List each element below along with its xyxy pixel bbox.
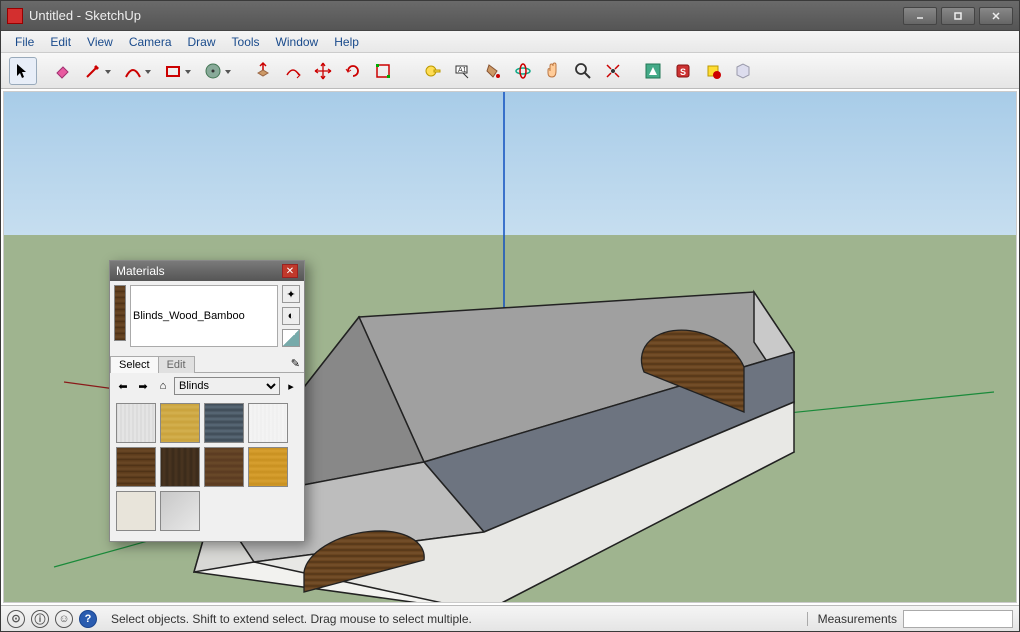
material-preview[interactable] xyxy=(114,285,126,341)
tab-edit[interactable]: Edit xyxy=(158,356,195,373)
svg-text:A1: A1 xyxy=(458,67,467,74)
circle-tool[interactable] xyxy=(199,57,227,85)
help-icon[interactable]: ? xyxy=(79,610,97,628)
svg-text:S: S xyxy=(680,67,686,77)
menu-camera[interactable]: Camera xyxy=(121,33,180,51)
warehouse-tool[interactable] xyxy=(639,57,667,85)
measurements-input[interactable] xyxy=(903,610,1013,628)
swatch[interactable] xyxy=(204,403,244,443)
menu-view[interactable]: View xyxy=(79,33,121,51)
geo-icon[interactable]: ⊙ xyxy=(7,610,25,628)
minimize-button[interactable] xyxy=(903,7,937,25)
eyedropper-icon[interactable]: ✎ xyxy=(287,355,304,372)
maximize-button[interactable] xyxy=(941,7,975,25)
toolbar: A1 S xyxy=(1,53,1019,89)
materials-title: Materials xyxy=(116,264,165,278)
menu-help[interactable]: Help xyxy=(326,33,367,51)
nav-back-icon[interactable]: ⬅ xyxy=(114,377,132,395)
swatch[interactable] xyxy=(160,403,200,443)
app-window: Untitled - SketchUp File Edit View Camer… xyxy=(0,0,1020,632)
shape-tool[interactable] xyxy=(159,57,187,85)
zoom-tool[interactable] xyxy=(569,57,597,85)
materials-close-button[interactable]: ✕ xyxy=(282,264,298,278)
orbit-tool[interactable] xyxy=(509,57,537,85)
library-select[interactable]: Blinds xyxy=(174,377,280,395)
nav-forward-icon[interactable]: ➡ xyxy=(134,377,152,395)
rotate-tool[interactable] xyxy=(339,57,367,85)
measurements-label: Measurements xyxy=(807,612,897,626)
menu-draw[interactable]: Draw xyxy=(180,33,224,51)
materials-titlebar[interactable]: Materials ✕ xyxy=(110,261,304,281)
line-tool[interactable] xyxy=(79,57,107,85)
swatch[interactable] xyxy=(116,403,156,443)
swatch[interactable] xyxy=(116,447,156,487)
library-details-icon[interactable]: ▸ xyxy=(282,377,300,395)
extension-tool[interactable]: S xyxy=(669,57,697,85)
text-tool[interactable]: A1 xyxy=(449,57,477,85)
zoom-extents-tool[interactable] xyxy=(599,57,627,85)
pan-tool[interactable] xyxy=(539,57,567,85)
viewport[interactable]: Materials ✕ ✦ ◐ Select Edit ✎ ⬅ xyxy=(3,91,1017,603)
export-tool[interactable] xyxy=(729,57,757,85)
app-icon xyxy=(7,8,23,24)
arc-tool[interactable] xyxy=(119,57,147,85)
material-name-input[interactable] xyxy=(130,285,278,347)
create-material-icon[interactable]: ✦ xyxy=(282,285,300,303)
user-icon[interactable]: ☺ xyxy=(55,610,73,628)
scale-tool[interactable] xyxy=(369,57,397,85)
tab-select[interactable]: Select xyxy=(110,356,159,373)
swatch[interactable] xyxy=(116,491,156,531)
tape-tool[interactable] xyxy=(419,57,447,85)
menu-tools[interactable]: Tools xyxy=(224,33,268,51)
close-button[interactable] xyxy=(979,7,1013,25)
swatch[interactable] xyxy=(248,403,288,443)
material-swatches xyxy=(110,399,304,541)
menu-edit[interactable]: Edit xyxy=(42,33,79,51)
followme-tool[interactable] xyxy=(279,57,307,85)
statusbar: ⊙ ⓘ ☺ ? Select objects. Shift to extend … xyxy=(1,605,1019,631)
menu-file[interactable]: File xyxy=(7,33,42,51)
titlebar[interactable]: Untitled - SketchUp xyxy=(1,1,1019,31)
eraser-tool[interactable] xyxy=(49,57,77,85)
paint-tool[interactable] xyxy=(479,57,507,85)
swatch[interactable] xyxy=(160,447,200,487)
nav-home-icon[interactable]: ⌂ xyxy=(154,377,172,395)
swatch[interactable] xyxy=(204,447,244,487)
window-title: Untitled - SketchUp xyxy=(29,8,141,23)
swatch[interactable] xyxy=(160,491,200,531)
menu-window[interactable]: Window xyxy=(268,33,327,51)
move-tool[interactable] xyxy=(309,57,337,85)
swatch[interactable] xyxy=(248,447,288,487)
materials-panel[interactable]: Materials ✕ ✦ ◐ Select Edit ✎ ⬅ xyxy=(109,260,305,542)
status-hint: Select objects. Shift to extend select. … xyxy=(111,612,472,626)
pushpull-tool[interactable] xyxy=(249,57,277,85)
layout-tool[interactable] xyxy=(699,57,727,85)
default-material-icon[interactable]: ◐ xyxy=(282,307,300,325)
select-tool[interactable] xyxy=(9,57,37,85)
credits-icon[interactable]: ⓘ xyxy=(31,610,49,628)
front-back-color-icon[interactable] xyxy=(282,329,300,347)
menubar: File Edit View Camera Draw Tools Window … xyxy=(1,31,1019,53)
